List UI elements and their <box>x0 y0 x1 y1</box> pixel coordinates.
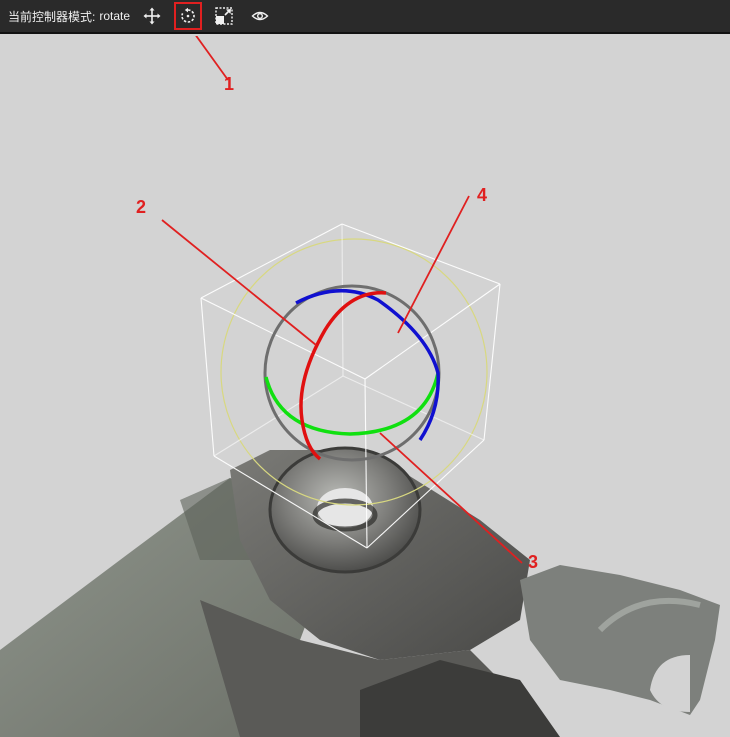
move-button[interactable] <box>140 4 164 28</box>
3d-viewport[interactable] <box>0 36 730 737</box>
callout-1: 1 <box>224 74 235 94</box>
rotate-icon <box>181 7 195 23</box>
callout-3: 3 <box>528 552 539 572</box>
eye-icon <box>251 11 269 21</box>
rotate-button[interactable] <box>174 2 203 30</box>
scale-button[interactable] <box>212 4 236 28</box>
callout-4: 4 <box>477 185 488 205</box>
visibility-button[interactable] <box>248 4 272 28</box>
scale-icon <box>215 7 233 25</box>
callout-2: 2 <box>136 197 147 217</box>
mode-label: 当前控制器模式: <box>8 9 96 24</box>
washer-hole <box>317 488 373 528</box>
mode-value: rotate <box>99 9 131 23</box>
toolbar: 当前控制器模式: rotate <box>0 0 730 34</box>
move-icon <box>143 7 161 25</box>
y-axis-ring[interactable] <box>264 372 440 436</box>
point-cloud-model[interactable] <box>0 446 720 737</box>
